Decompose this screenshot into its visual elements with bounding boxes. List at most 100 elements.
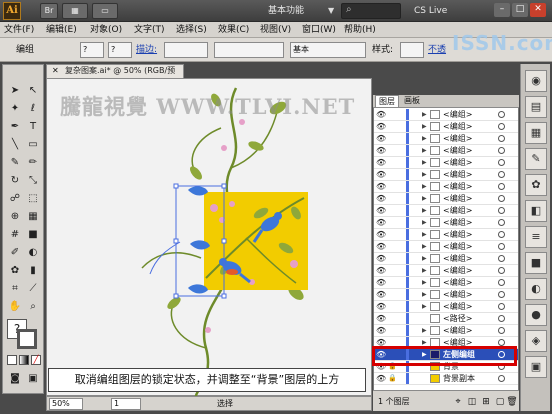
new-layer-icon[interactable]: ▢ bbox=[494, 396, 506, 408]
close-button[interactable]: ✕ bbox=[530, 3, 546, 17]
close-icon[interactable]: ✕ bbox=[52, 66, 62, 76]
paintbrush-tool-icon[interactable]: ✎ bbox=[7, 155, 23, 171]
stroke-weight-field[interactable] bbox=[164, 42, 208, 58]
layer-row[interactable]: 👁 ▶ <编组> bbox=[374, 289, 518, 301]
color-mode-button[interactable] bbox=[7, 355, 17, 365]
target-icon[interactable] bbox=[498, 195, 505, 202]
stroke-icon[interactable]: ≡ bbox=[525, 226, 547, 248]
target-icon[interactable] bbox=[498, 303, 505, 310]
stacked-layers-icon[interactable]: ◈ bbox=[525, 330, 547, 352]
target-icon[interactable] bbox=[498, 219, 505, 226]
color-panel-icon[interactable]: ◉ bbox=[525, 70, 547, 92]
eye-icon[interactable]: 👁 bbox=[376, 314, 386, 323]
free-transform-tool-icon[interactable]: ⬚ bbox=[25, 191, 41, 207]
eye-icon[interactable]: 👁 bbox=[376, 170, 386, 179]
target-icon[interactable] bbox=[498, 171, 505, 178]
expand-icon[interactable]: ▶ bbox=[422, 326, 428, 335]
gradient-mode-button[interactable] bbox=[19, 355, 29, 365]
trash-icon[interactable]: 🗑 bbox=[506, 396, 518, 408]
expand-icon[interactable]: ▶ bbox=[422, 122, 428, 131]
clipping-mask-icon[interactable]: ◫ bbox=[466, 396, 478, 408]
shape-builder-tool-icon[interactable]: ⊕ bbox=[7, 209, 23, 225]
expand-icon[interactable]: ▶ bbox=[422, 146, 428, 155]
appearance-icon[interactable]: ● bbox=[525, 304, 547, 326]
expand-icon[interactable]: ▶ bbox=[422, 302, 428, 311]
eye-icon[interactable]: 👁 bbox=[376, 206, 386, 215]
layer-row[interactable]: 👁 ▶ <编组> bbox=[374, 301, 518, 313]
slice-tool-icon[interactable]: ⟋ bbox=[25, 281, 41, 297]
eye-icon[interactable]: 👁 bbox=[376, 230, 386, 239]
layer-row[interactable]: 👁 ▶ <编组> bbox=[374, 253, 518, 265]
maximize-button[interactable]: □ bbox=[512, 3, 528, 17]
target-icon[interactable] bbox=[498, 111, 505, 118]
target-icon[interactable] bbox=[498, 243, 505, 250]
eye-icon[interactable]: 👁 bbox=[376, 110, 386, 119]
expand-icon[interactable]: ▶ bbox=[422, 242, 428, 251]
target-icon[interactable] bbox=[498, 147, 505, 154]
layer-row[interactable]: 👁 ▶ <编组> bbox=[374, 157, 518, 169]
target-icon[interactable] bbox=[498, 231, 505, 238]
eye-icon[interactable]: 👁 bbox=[376, 254, 386, 263]
layer-row[interactable]: 👁 ▶ <编组> bbox=[374, 325, 518, 337]
layer-row[interactable]: 👁 ▶ <编组> bbox=[374, 229, 518, 241]
layer-row[interactable]: 👁 ▶ <编组> bbox=[374, 265, 518, 277]
menu-type[interactable]: 文字(T) bbox=[134, 22, 165, 38]
menu-edit[interactable]: 编辑(E) bbox=[46, 22, 77, 38]
layer-row[interactable]: 👁 ▶ <编组> bbox=[374, 133, 518, 145]
menu-effect[interactable]: 效果(C) bbox=[218, 22, 249, 38]
document-tab[interactable]: 复杂图案.ai* @ 50% (RGB/预览) bbox=[46, 64, 184, 87]
expand-icon[interactable]: ▶ bbox=[422, 278, 428, 287]
target-icon[interactable] bbox=[498, 315, 505, 322]
menu-select[interactable]: 选择(S) bbox=[176, 22, 207, 38]
target-icon[interactable] bbox=[498, 135, 505, 142]
graphic-styles-icon[interactable]: ◧ bbox=[525, 200, 547, 222]
eye-icon[interactable]: 👁 bbox=[376, 278, 386, 287]
tab-artboards[interactable]: 画板 bbox=[401, 95, 423, 107]
eye-icon[interactable]: 👁 bbox=[376, 326, 386, 335]
screen-mode-button[interactable]: ▭ bbox=[92, 3, 118, 19]
layer-row[interactable]: 👁 ▶ <编组> bbox=[374, 217, 518, 229]
magic-wand-icon[interactable]: ✦ bbox=[7, 101, 23, 117]
tab-layers[interactable]: 图层 bbox=[375, 95, 399, 107]
column-graph-tool-icon[interactable]: ▮ bbox=[25, 263, 41, 279]
expand-icon[interactable]: ▶ bbox=[422, 218, 428, 227]
screen-mode-icon[interactable]: ▣ bbox=[25, 371, 41, 387]
opacity-label[interactable]: 不透 bbox=[428, 43, 446, 57]
zoom-tool-icon[interactable]: ⌕ bbox=[25, 299, 41, 315]
target-icon[interactable] bbox=[498, 267, 505, 274]
layer-row[interactable]: 👁 ▶ <编组> bbox=[374, 277, 518, 289]
direct-selection-tool-icon[interactable]: ↖ bbox=[25, 83, 41, 99]
target-icon[interactable] bbox=[498, 339, 505, 346]
eye-icon[interactable]: 👁 bbox=[376, 122, 386, 131]
eye-icon[interactable]: 👁 bbox=[376, 134, 386, 143]
layer-row[interactable]: 👁 ▶ <编组> bbox=[374, 169, 518, 181]
layer-row[interactable]: 👁 ▶ <编组> bbox=[374, 121, 518, 133]
target-icon[interactable] bbox=[498, 123, 505, 130]
swatches-icon[interactable]: ▦ bbox=[525, 122, 547, 144]
draw-normal-icon[interactable]: ◙ bbox=[7, 371, 23, 387]
layer-row[interactable]: 👁 ▶ <编组> bbox=[374, 193, 518, 205]
cs-live-button[interactable]: CS Live bbox=[414, 4, 464, 18]
expand-icon[interactable]: ▶ bbox=[422, 206, 428, 215]
type-tool-icon[interactable]: T bbox=[25, 119, 41, 135]
target-icon[interactable] bbox=[498, 207, 505, 214]
eye-icon[interactable]: 👁 bbox=[376, 146, 386, 155]
menu-file[interactable]: 文件(F) bbox=[4, 22, 34, 38]
symbols-icon[interactable]: ✿ bbox=[525, 174, 547, 196]
eye-icon[interactable]: 👁 bbox=[376, 218, 386, 227]
target-icon[interactable] bbox=[498, 159, 505, 166]
eye-icon[interactable]: 👁 bbox=[376, 194, 386, 203]
arrange-documents-button[interactable]: ▦ bbox=[62, 3, 88, 19]
menu-view[interactable]: 视图(V) bbox=[260, 22, 291, 38]
target-icon[interactable] bbox=[498, 291, 505, 298]
zoom-select[interactable]: 50% bbox=[49, 398, 83, 410]
brush-definition[interactable]: 基本 bbox=[290, 42, 366, 58]
none-mode-button[interactable]: ╱ bbox=[31, 355, 41, 365]
rotate-tool-icon[interactable]: ↻ bbox=[7, 173, 23, 189]
eyedropper-tool-icon[interactable]: ✐ bbox=[7, 245, 23, 261]
expand-icon[interactable]: ▶ bbox=[422, 290, 428, 299]
scale-tool-icon[interactable]: ⤡ bbox=[25, 173, 41, 189]
selection-tool-icon[interactable]: ➤ bbox=[7, 83, 23, 99]
artwork[interactable] bbox=[46, 78, 372, 396]
layer-row[interactable]: 👁 ▶ <编组> bbox=[374, 241, 518, 253]
